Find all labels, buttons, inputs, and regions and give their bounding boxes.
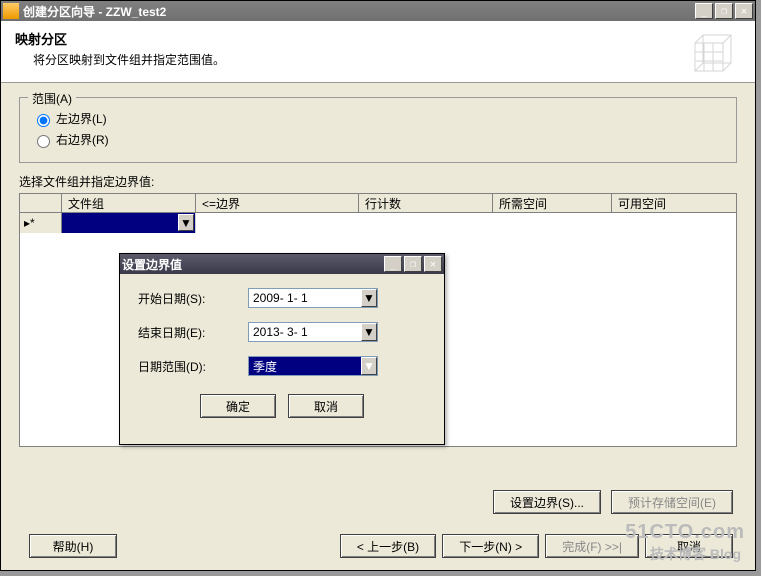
set-boundary-button[interactable]: 设置边界(S)... <box>493 490 601 514</box>
wizard-header: 映射分区 将分区映射到文件组并指定范围值。 <box>1 21 755 83</box>
next-button[interactable]: 下一步(N) > <box>442 534 539 558</box>
ok-button[interactable]: 确定 <box>200 394 276 418</box>
date-range-label: 日期范围(D): <box>138 358 248 375</box>
dialog-close-button[interactable]: ✕ <box>424 256 442 272</box>
wizard-footer: 帮助(H) < 上一步(B) 下一步(N) > 完成(F) >>| 取消 <box>1 534 755 558</box>
end-date-combo[interactable]: 2013- 3- 1 ▼ <box>248 322 378 342</box>
chevron-down-icon[interactable]: ▼ <box>361 323 377 341</box>
window-title: 创建分区向导 - ZZW_test2 <box>23 3 695 20</box>
start-date-combo[interactable]: 2009- 1- 1 ▼ <box>248 288 378 308</box>
watermark2: 技术博客 Blog <box>650 544 741 564</box>
minimize-button[interactable]: _ <box>695 3 713 19</box>
end-date-label: 结束日期(E): <box>138 324 248 341</box>
restore-button[interactable]: ❐ <box>715 3 733 19</box>
end-date-value: 2013- 3- 1 <box>253 325 308 339</box>
app-icon <box>3 3 19 19</box>
col-filegroup[interactable]: 文件组 <box>62 194 196 212</box>
col-indicator <box>20 194 62 212</box>
page-title: 映射分区 <box>15 29 741 48</box>
help-button[interactable]: 帮助(H) <box>29 534 117 558</box>
col-availspace[interactable]: 可用空间 <box>612 194 736 212</box>
dialog-titlebar[interactable]: 设置边界值 _ ❐ ✕ <box>120 254 444 274</box>
grid-label: 选择文件组并指定边界值: <box>19 173 737 190</box>
range-fieldset: 范围(A) 左边界(L) 右边界(R) <box>19 97 737 163</box>
col-reqspace[interactable]: 所需空间 <box>493 194 612 212</box>
header-cube-icon <box>689 29 737 77</box>
grid-row[interactable]: ▸* ▼ <box>20 213 736 233</box>
start-date-value: 2009- 1- 1 <box>253 291 308 305</box>
boundary-dialog: 设置边界值 _ ❐ ✕ 开始日期(S): 2009- 1- 1 ▼ 结束日期(E… <box>119 253 445 445</box>
estimate-storage-button: 预计存储空间(E) <box>611 490 733 514</box>
dialog-cancel-button[interactable]: 取消 <box>288 394 364 418</box>
back-button[interactable]: < 上一步(B) <box>340 534 436 558</box>
right-boundary-radio[interactable]: 右边界(R) <box>32 131 724 148</box>
col-boundary[interactable]: <=边界 <box>196 194 359 212</box>
dialog-minimize-button[interactable]: _ <box>384 256 402 272</box>
close-button[interactable]: ✕ <box>735 3 753 19</box>
filegroup-cell[interactable]: ▼ <box>62 213 196 233</box>
left-boundary-label: 左边界(L) <box>56 110 107 127</box>
page-subtitle: 将分区映射到文件组并指定范围值。 <box>33 51 741 68</box>
range-legend: 范围(A) <box>28 90 76 107</box>
dropdown-button[interactable]: ▼ <box>178 214 194 231</box>
left-boundary-radio[interactable]: 左边界(L) <box>32 110 724 127</box>
grid-header: 文件组 <=边界 行计数 所需空间 可用空间 <box>20 194 736 213</box>
right-boundary-input[interactable] <box>37 135 50 148</box>
left-boundary-input[interactable] <box>37 114 50 127</box>
chevron-down-icon[interactable]: ▼ <box>361 357 377 375</box>
date-range-value: 季度 <box>253 358 277 375</box>
right-boundary-label: 右边界(R) <box>56 131 109 148</box>
chevron-down-icon[interactable]: ▼ <box>361 289 377 307</box>
row-indicator: ▸* <box>20 213 62 233</box>
main-titlebar[interactable]: 创建分区向导 - ZZW_test2 _ ❐ ✕ <box>1 1 755 21</box>
dialog-restore-button[interactable]: ❐ <box>404 256 422 272</box>
date-range-combo[interactable]: 季度 ▼ <box>248 356 378 376</box>
col-rowcount[interactable]: 行计数 <box>359 194 493 212</box>
start-date-label: 开始日期(S): <box>138 290 248 307</box>
finish-button: 完成(F) >>| <box>545 534 639 558</box>
dialog-title: 设置边界值 <box>122 256 384 273</box>
